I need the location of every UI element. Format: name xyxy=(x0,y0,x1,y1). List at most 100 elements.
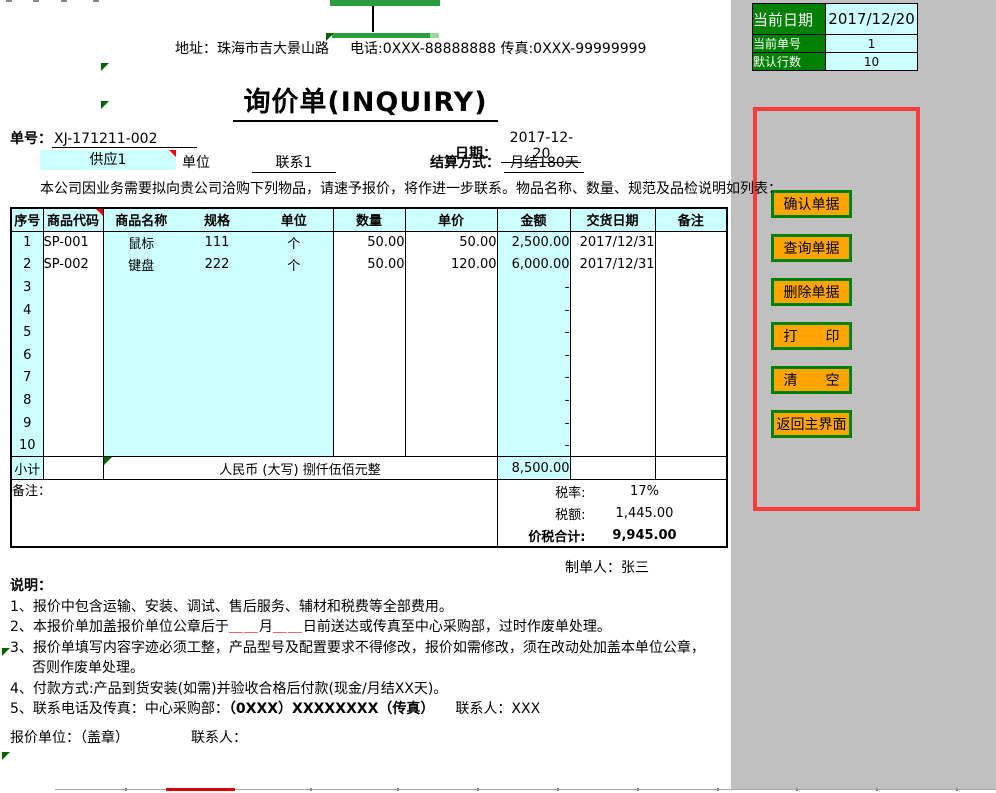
cell-spec[interactable] xyxy=(179,344,255,367)
cell-unit[interactable] xyxy=(255,434,333,457)
cell-no[interactable]: 8 xyxy=(11,389,43,412)
supplier-input-cell[interactable]: 供应1 xyxy=(40,150,176,170)
cell-spec[interactable] xyxy=(179,299,255,322)
cell-no[interactable]: 5 xyxy=(11,321,43,344)
cell-amount[interactable]: - xyxy=(497,367,570,390)
current-no-value[interactable]: 1 xyxy=(826,35,918,53)
cell-spec[interactable] xyxy=(179,321,255,344)
cell-no[interactable]: 4 xyxy=(11,299,43,322)
cell-unit[interactable] xyxy=(255,412,333,435)
cell-amount[interactable]: - xyxy=(497,412,570,435)
cell-qty[interactable] xyxy=(333,321,405,344)
cell-delivery[interactable] xyxy=(570,299,655,322)
cell-remark[interactable] xyxy=(655,254,727,277)
cell-delivery[interactable] xyxy=(570,389,655,412)
notes-cell[interactable]: 备注： xyxy=(11,480,497,548)
cell-remark[interactable] xyxy=(655,231,727,254)
contact-value[interactable]: 联系1 xyxy=(252,152,336,173)
cell-delivery[interactable] xyxy=(570,412,655,435)
order-no-value[interactable]: XJ-171211-002 xyxy=(52,131,197,148)
cell-delivery[interactable] xyxy=(570,344,655,367)
cell-remark[interactable] xyxy=(655,434,727,457)
cell-code[interactable] xyxy=(43,367,103,390)
cell-price[interactable] xyxy=(405,276,497,299)
tax-amount-value[interactable]: 1,445.00 xyxy=(586,506,704,521)
cell-spec[interactable] xyxy=(179,276,255,299)
cell-price[interactable]: 120.00 xyxy=(405,254,497,277)
cell-qty[interactable]: 50.00 xyxy=(333,254,405,277)
cell-no[interactable]: 3 xyxy=(11,276,43,299)
cell-remark[interactable] xyxy=(655,344,727,367)
cell-remark[interactable] xyxy=(655,276,727,299)
cell-code[interactable] xyxy=(43,434,103,457)
cell-amount[interactable]: - xyxy=(497,344,570,367)
cell-unit[interactable]: 个 xyxy=(255,254,333,277)
cell-delivery[interactable] xyxy=(570,434,655,457)
action-button[interactable]: 查询单据 xyxy=(771,234,852,262)
subtotal-empty-cell[interactable] xyxy=(43,457,103,480)
cell-spec[interactable]: 111 xyxy=(179,231,255,254)
cell-code[interactable] xyxy=(43,299,103,322)
tax-rate-value[interactable]: 17% xyxy=(586,484,704,499)
cell-qty[interactable]: 50.00 xyxy=(333,231,405,254)
cell-delivery[interactable]: 2017/12/31 xyxy=(570,231,655,254)
cell-price[interactable] xyxy=(405,344,497,367)
cell-code[interactable] xyxy=(43,412,103,435)
subtotal-amount[interactable]: 8,500.00 xyxy=(497,457,570,480)
cell-name[interactable] xyxy=(103,321,179,344)
cell-qty[interactable] xyxy=(333,344,405,367)
cell-remark[interactable] xyxy=(655,367,727,390)
cell-amount[interactable]: - xyxy=(497,389,570,412)
cell-spec[interactable] xyxy=(179,434,255,457)
cell-code[interactable] xyxy=(43,321,103,344)
tax-total-value[interactable]: 9,945.00 xyxy=(586,528,704,543)
cell-spec[interactable] xyxy=(179,367,255,390)
subtotal-remark-empty[interactable] xyxy=(655,457,727,480)
cell-no[interactable]: 2 xyxy=(11,254,43,277)
cell-spec[interactable] xyxy=(179,412,255,435)
cell-name[interactable] xyxy=(103,389,179,412)
cell-amount[interactable]: - xyxy=(497,321,570,344)
subtotal-delivery-empty[interactable] xyxy=(570,457,655,480)
settlement-value[interactable]: 月结180天 xyxy=(504,152,584,173)
cell-qty[interactable] xyxy=(333,434,405,457)
cell-name[interactable] xyxy=(103,344,179,367)
default-rows-value[interactable]: 10 xyxy=(826,53,918,71)
cell-price[interactable] xyxy=(405,412,497,435)
cell-no[interactable]: 9 xyxy=(11,412,43,435)
cell-name[interactable] xyxy=(103,434,179,457)
cell-delivery[interactable]: 2017/12/31 xyxy=(570,254,655,277)
cell-unit[interactable] xyxy=(255,367,333,390)
cell-price[interactable]: 50.00 xyxy=(405,231,497,254)
cell-name[interactable] xyxy=(103,276,179,299)
cell-amount[interactable]: 6,000.00 xyxy=(497,254,570,277)
cell-qty[interactable] xyxy=(333,389,405,412)
cell-name[interactable] xyxy=(103,367,179,390)
cell-name[interactable] xyxy=(103,299,179,322)
cell-price[interactable] xyxy=(405,389,497,412)
cell-no[interactable]: 7 xyxy=(11,367,43,390)
cell-price[interactable] xyxy=(405,367,497,390)
cell-spec[interactable]: 222 xyxy=(179,254,255,277)
cell-qty[interactable] xyxy=(333,367,405,390)
subtotal-amount-words[interactable]: 人民币 (大写) 捌仟伍佰元整 xyxy=(103,457,497,480)
cell-delivery[interactable] xyxy=(570,276,655,299)
cell-qty[interactable] xyxy=(333,299,405,322)
cell-code[interactable] xyxy=(43,276,103,299)
cell-amount[interactable]: - xyxy=(497,276,570,299)
cell-no[interactable]: 6 xyxy=(11,344,43,367)
cell-remark[interactable] xyxy=(655,321,727,344)
cell-code[interactable]: SP-002 xyxy=(43,254,103,277)
cell-delivery[interactable] xyxy=(570,367,655,390)
current-date-value[interactable]: 2017/12/20 xyxy=(826,4,918,35)
cell-price[interactable] xyxy=(405,321,497,344)
cell-no[interactable]: 10 xyxy=(11,434,43,457)
action-button[interactable]: 删除单据 xyxy=(771,278,852,306)
cell-qty[interactable] xyxy=(333,412,405,435)
cell-unit[interactable] xyxy=(255,299,333,322)
cell-unit[interactable] xyxy=(255,321,333,344)
cell-remark[interactable] xyxy=(655,299,727,322)
cell-delivery[interactable] xyxy=(570,321,655,344)
cell-price[interactable] xyxy=(405,434,497,457)
cell-spec[interactable] xyxy=(179,389,255,412)
